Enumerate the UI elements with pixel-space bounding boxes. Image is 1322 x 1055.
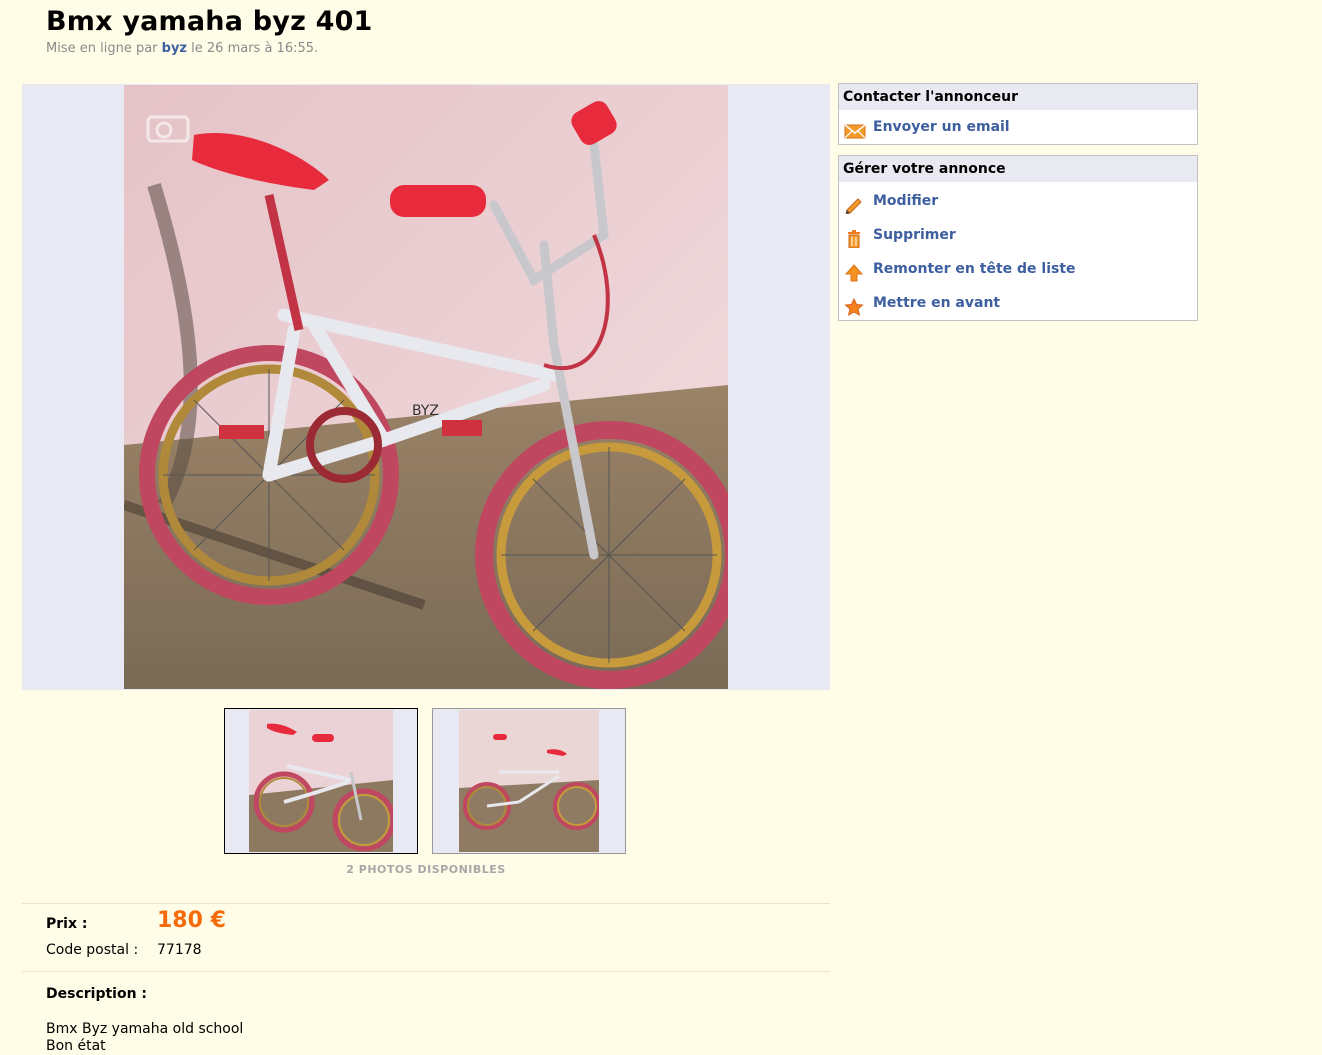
main-photo[interactable]: BYZ	[124, 85, 728, 689]
description-line: Bmx Byz yamaha old school	[46, 1021, 244, 1037]
arrow-up-icon	[844, 261, 864, 282]
price-value: 180 €	[157, 908, 226, 933]
thumbnail-1[interactable]	[224, 708, 418, 854]
envelope-icon	[844, 119, 866, 139]
main-photo-frame: BYZ	[22, 84, 830, 690]
feature-link[interactable]: Mettre en avant	[839, 286, 1197, 320]
modify-link[interactable]: Modifier	[839, 184, 1197, 218]
description-line: Bon état	[46, 1038, 106, 1054]
photos-count-caption: 2 PHOTOS DISPONIBLES	[346, 863, 506, 876]
ad-page: Bmx yamaha byz 401 Mise en ligne par byz…	[0, 0, 1322, 1055]
star-icon	[844, 295, 864, 316]
manage-box: Gérer votre annonce Modifier Supprimer R…	[838, 155, 1198, 321]
delete-link[interactable]: Supprimer	[839, 218, 1197, 252]
ad-title: Bmx yamaha byz 401	[46, 6, 373, 37]
author-link[interactable]: byz	[162, 41, 187, 56]
divider	[22, 971, 830, 972]
modify-label: Modifier	[873, 193, 939, 209]
postal-code-value: 77178	[157, 942, 202, 958]
contact-box-header: Contacter l'annonceur	[839, 84, 1197, 110]
description-label: Description :	[46, 986, 148, 1002]
manage-box-header: Gérer votre annonce	[839, 156, 1197, 182]
thumbnail-2[interactable]	[432, 708, 626, 854]
trash-icon	[844, 227, 864, 249]
pencil-icon	[844, 193, 864, 215]
contact-box: Contacter l'annonceur Envoyer un email	[838, 83, 1198, 145]
send-email-label: Envoyer un email	[873, 119, 1010, 135]
posted-date: le 26 mars à 16:55.	[191, 41, 319, 56]
delete-label: Supprimer	[873, 227, 956, 243]
divider	[22, 903, 830, 904]
send-email-link[interactable]: Envoyer un email	[839, 110, 1197, 144]
posted-info: Mise en ligne par byz le 26 mars à 16:55…	[46, 41, 318, 56]
postal-code-label: Code postal :	[46, 942, 139, 958]
price-label: Prix :	[46, 916, 88, 932]
feature-label: Mettre en avant	[873, 295, 1001, 311]
svg-text:BYZ: BYZ	[412, 403, 439, 419]
posted-prefix: Mise en ligne par	[46, 41, 158, 56]
bump-link[interactable]: Remonter en tête de liste	[839, 252, 1197, 286]
bump-label: Remonter en tête de liste	[873, 261, 1076, 277]
